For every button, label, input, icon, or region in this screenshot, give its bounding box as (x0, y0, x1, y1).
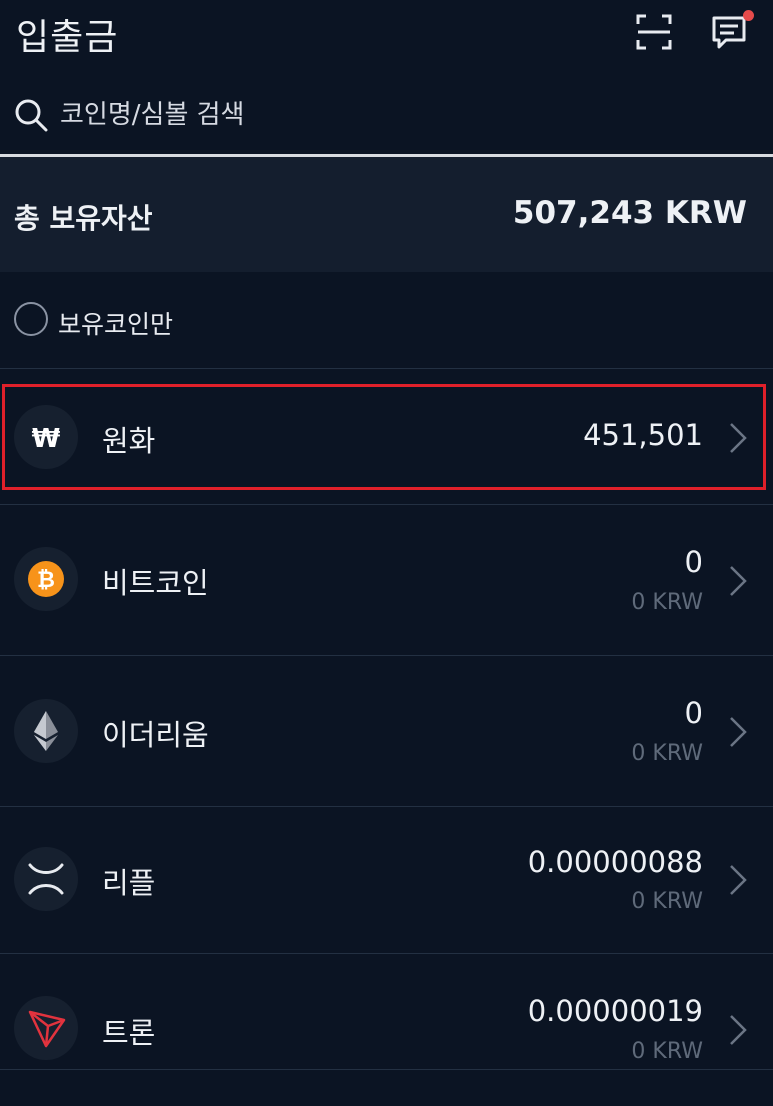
chevron-right-icon (730, 1015, 747, 1045)
held-coins-radio[interactable] (14, 302, 48, 336)
divider (0, 1069, 773, 1070)
notification-dot (743, 10, 754, 21)
header: 입출금 (0, 0, 773, 68)
bitcoin-icon: ₿ (14, 547, 78, 611)
scan-icon[interactable] (634, 12, 674, 52)
search-icon (14, 98, 48, 132)
coin-row-ripple[interactable]: 리플 0.00000088 0 KRW (0, 807, 773, 953)
ripple-icon (14, 847, 78, 911)
coin-krw-value: 0 KRW (631, 590, 703, 615)
search-input[interactable] (58, 94, 662, 136)
coin-amount: 451,501 (583, 418, 703, 452)
svg-text:₿: ₿ (37, 568, 55, 593)
coin-name: 이더리움 (102, 718, 209, 752)
page-title: 입출금 (16, 17, 119, 58)
chevron-right-icon (730, 865, 747, 895)
coin-row-krw[interactable]: ₩ 원화 451,501 (0, 384, 773, 490)
coin-name: 리플 (102, 866, 156, 900)
chevron-right-icon (730, 566, 747, 596)
held-coins-label: 보유코인만 (58, 310, 174, 339)
coin-amount: 0 (684, 545, 703, 579)
won-icon: ₩ (14, 405, 78, 469)
coin-krw-value: 0 KRW (631, 1039, 703, 1064)
total-assets-panel: 총 보유자산 507,243 KRW (0, 157, 773, 272)
chevron-right-icon (730, 717, 747, 747)
coin-row-bitcoin[interactable]: ₿ 비트코인 0 0 KRW (0, 505, 773, 655)
coin-name: 트론 (102, 1016, 156, 1050)
coin-amount: 0.00000019 (527, 994, 703, 1028)
ethereum-icon (14, 699, 78, 763)
coin-name: 비트코인 (102, 566, 209, 600)
total-assets-value: 507,243 KRW (512, 195, 747, 231)
coin-krw-value: 0 KRW (631, 741, 703, 766)
divider (0, 368, 773, 369)
svg-text:₩: ₩ (32, 424, 61, 454)
search-bar[interactable] (0, 86, 773, 150)
coin-amount: 0 (684, 696, 703, 730)
coin-amount: 0.00000088 (527, 845, 703, 879)
total-assets-label: 총 보유자산 (14, 202, 153, 235)
tron-icon (14, 996, 78, 1060)
coin-name: 원화 (102, 424, 156, 458)
coin-row-tron[interactable]: 트론 0.00000019 0 KRW (0, 954, 773, 1070)
coin-row-ethereum[interactable]: 이더리움 0 0 KRW (0, 656, 773, 806)
chevron-right-icon (730, 423, 747, 453)
coin-krw-value: 0 KRW (631, 889, 703, 914)
held-coins-filter[interactable]: 보유코인만 (0, 272, 773, 368)
